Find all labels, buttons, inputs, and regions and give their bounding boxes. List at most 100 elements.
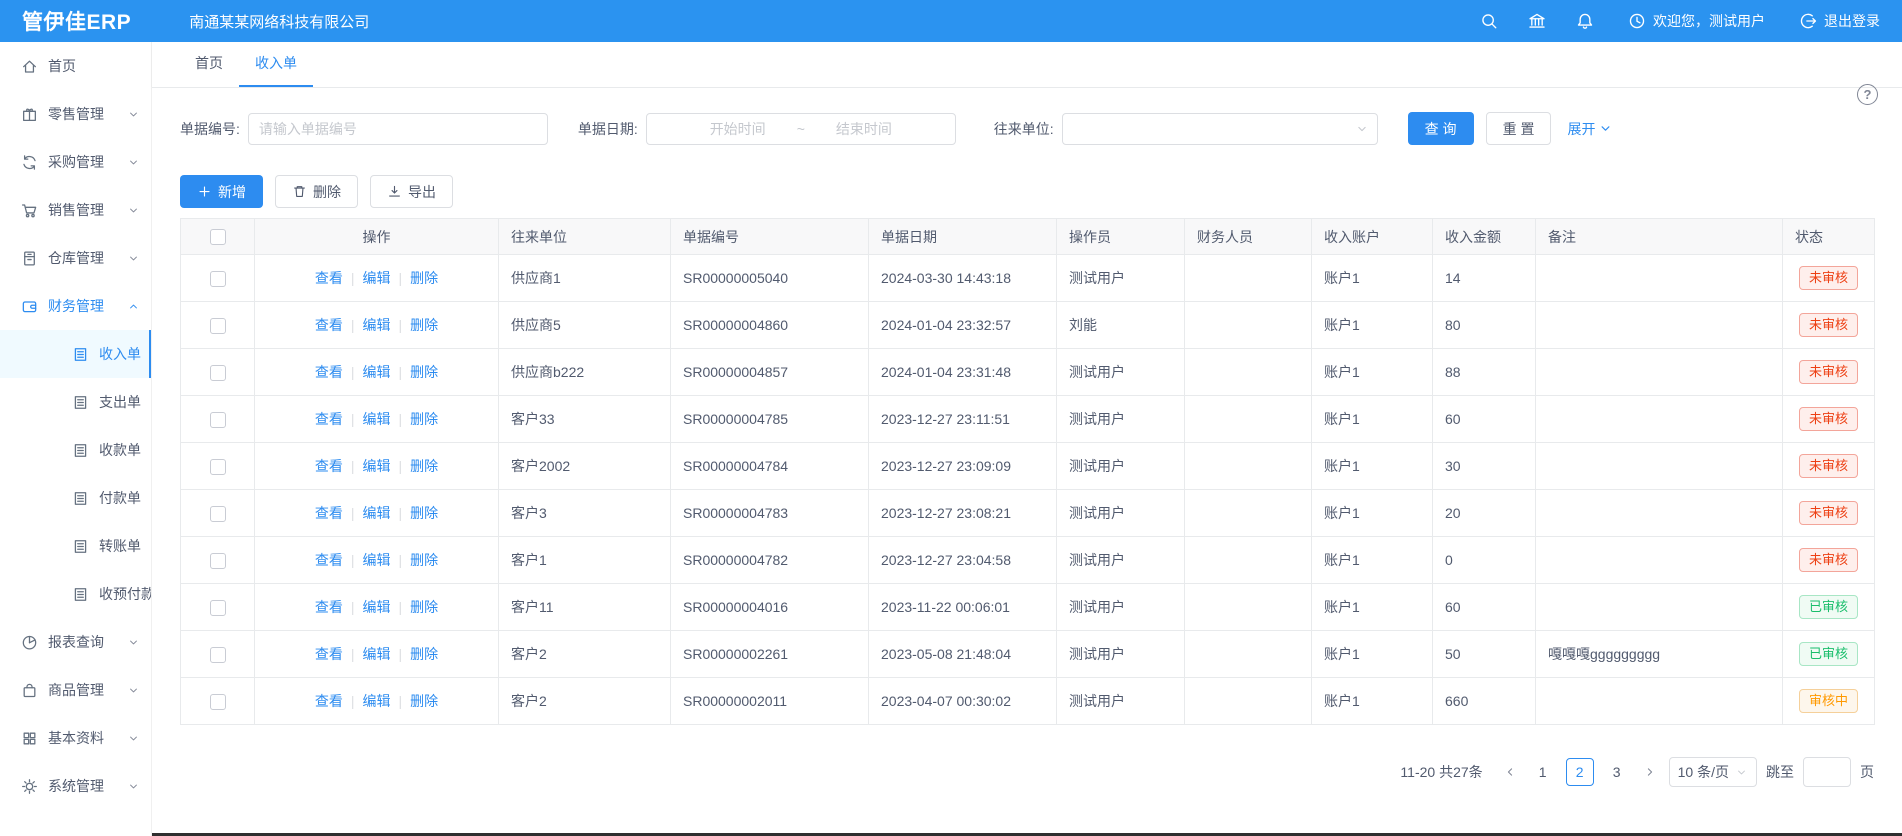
row-checkbox[interactable] [210, 553, 226, 569]
party-select[interactable] [1062, 113, 1378, 145]
finance-staff-cell [1185, 349, 1312, 396]
tab-income[interactable]: 收入单 [239, 42, 313, 87]
column-header-8: 收入金额 [1433, 219, 1536, 255]
sidebar-item-reports[interactable]: 报表查询 [0, 618, 151, 666]
edit-link[interactable]: 编辑 [363, 317, 391, 333]
next-page-button[interactable] [1640, 765, 1660, 779]
welcome-user[interactable]: 欢迎您，测试用户 [1628, 11, 1765, 31]
delete-link[interactable]: 删除 [410, 505, 438, 521]
row-checkbox[interactable] [210, 412, 226, 428]
expand-link[interactable]: 展开 [1567, 119, 1613, 139]
search-button[interactable]: 查 询 [1408, 112, 1474, 145]
edit-link[interactable]: 编辑 [363, 270, 391, 286]
bank-icon[interactable] [1528, 12, 1546, 30]
delete-link[interactable]: 删除 [410, 693, 438, 709]
edit-link[interactable]: 编辑 [363, 364, 391, 380]
date-start-input[interactable] [683, 121, 793, 137]
grid-icon [21, 730, 38, 747]
delete-link[interactable]: 删除 [410, 599, 438, 615]
amount-cell: 60 [1433, 396, 1536, 443]
delete-link[interactable]: 删除 [410, 364, 438, 380]
page-number-1[interactable]: 1 [1529, 758, 1557, 786]
edit-link[interactable]: 编辑 [363, 552, 391, 568]
row-checkbox[interactable] [210, 365, 226, 381]
delete-link[interactable]: 删除 [410, 646, 438, 662]
view-link[interactable]: 查看 [315, 317, 343, 333]
reset-button[interactable]: 重 置 [1486, 112, 1552, 145]
view-link[interactable]: 查看 [315, 411, 343, 427]
search-icon[interactable] [1480, 12, 1498, 30]
edit-link[interactable]: 编辑 [363, 646, 391, 662]
bag-icon [21, 682, 38, 699]
prev-page-button[interactable] [1500, 765, 1520, 779]
row-checkbox[interactable] [210, 459, 226, 475]
view-link[interactable]: 查看 [315, 646, 343, 662]
row-checkbox[interactable] [210, 694, 226, 710]
doc-no-cell: SR00000004784 [671, 443, 869, 490]
edit-link[interactable]: 编辑 [363, 505, 391, 521]
view-link[interactable]: 查看 [315, 270, 343, 286]
view-link[interactable]: 查看 [315, 458, 343, 474]
finance-staff-cell [1185, 443, 1312, 490]
sidebar-item-payment[interactable]: 付款单 [0, 474, 151, 522]
sidebar-item-retail[interactable]: 零售管理 [0, 90, 151, 138]
tab-home[interactable]: 首页 [179, 42, 239, 87]
view-link[interactable]: 查看 [315, 693, 343, 709]
view-link[interactable]: 查看 [315, 364, 343, 380]
select-all-checkbox[interactable] [210, 229, 226, 245]
sidebar-item-transfer[interactable]: 转账单 [0, 522, 151, 570]
delete-link[interactable]: 删除 [410, 317, 438, 333]
date-range-picker[interactable]: ~ [646, 113, 956, 145]
sidebar-item-income[interactable]: 收入单 [0, 330, 151, 378]
row-checkbox-cell [181, 631, 255, 678]
jump-page-input[interactable] [1803, 757, 1851, 787]
view-link[interactable]: 查看 [315, 552, 343, 568]
sidebar-item-receipt[interactable]: 收款单 [0, 426, 151, 474]
page-number-2[interactable]: 2 [1566, 758, 1594, 786]
sidebar-item-expense[interactable]: 支出单 [0, 378, 151, 426]
row-checkbox[interactable] [210, 600, 226, 616]
sidebar-item-warehouse[interactable]: 仓库管理 [0, 234, 151, 282]
add-button[interactable]: 新增 [180, 175, 263, 208]
finance-staff-cell [1185, 490, 1312, 537]
sidebar-item-sales[interactable]: 销售管理 [0, 186, 151, 234]
row-checkbox[interactable] [210, 318, 226, 334]
edit-link[interactable]: 编辑 [363, 693, 391, 709]
delete-link[interactable]: 删除 [410, 270, 438, 286]
sidebar-item-system[interactable]: 系统管理 [0, 762, 151, 810]
party-cell: 客户1 [499, 537, 671, 584]
page-number-3[interactable]: 3 [1603, 758, 1631, 786]
page-size-select[interactable]: 10 条/页 [1669, 757, 1757, 787]
logout-button[interactable]: 退出登录 [1799, 11, 1880, 31]
doc-no-input[interactable] [248, 113, 548, 145]
delete-link[interactable]: 删除 [410, 411, 438, 427]
view-link[interactable]: 查看 [315, 505, 343, 521]
sidebar-item-home[interactable]: 首页 [0, 42, 151, 90]
amount-cell: 0 [1433, 537, 1536, 584]
view-link[interactable]: 查看 [315, 599, 343, 615]
trash-icon [292, 184, 307, 199]
edit-link[interactable]: 编辑 [363, 599, 391, 615]
sidebar-item-advance-receipt[interactable]: 收预付款 [0, 570, 151, 618]
delete-button[interactable]: 删除 [275, 175, 358, 208]
edit-link[interactable]: 编辑 [363, 411, 391, 427]
help-icon[interactable]: ? [1857, 84, 1878, 105]
finance-staff-cell [1185, 302, 1312, 349]
date-end-input[interactable] [809, 121, 919, 137]
logout-text: 退出登录 [1824, 11, 1880, 31]
sidebar-item-purchase[interactable]: 采购管理 [0, 138, 151, 186]
bell-icon[interactable] [1576, 12, 1594, 30]
action-separator: | [351, 505, 355, 521]
sidebar-item-basic-data[interactable]: 基本资料 [0, 714, 151, 762]
sidebar-item-products[interactable]: 商品管理 [0, 666, 151, 714]
delete-link[interactable]: 删除 [410, 458, 438, 474]
row-checkbox[interactable] [210, 506, 226, 522]
delete-link[interactable]: 删除 [410, 552, 438, 568]
row-checkbox[interactable] [210, 647, 226, 663]
table-row: 查看|编辑|删除供应商5SR000000048602024-01-04 23:3… [181, 302, 1875, 349]
export-button[interactable]: 导出 [370, 175, 453, 208]
row-checkbox[interactable] [210, 271, 226, 287]
edit-link[interactable]: 编辑 [363, 458, 391, 474]
sidebar-item-finance[interactable]: 财务管理 [0, 282, 151, 330]
chevron-down-icon [127, 108, 140, 121]
